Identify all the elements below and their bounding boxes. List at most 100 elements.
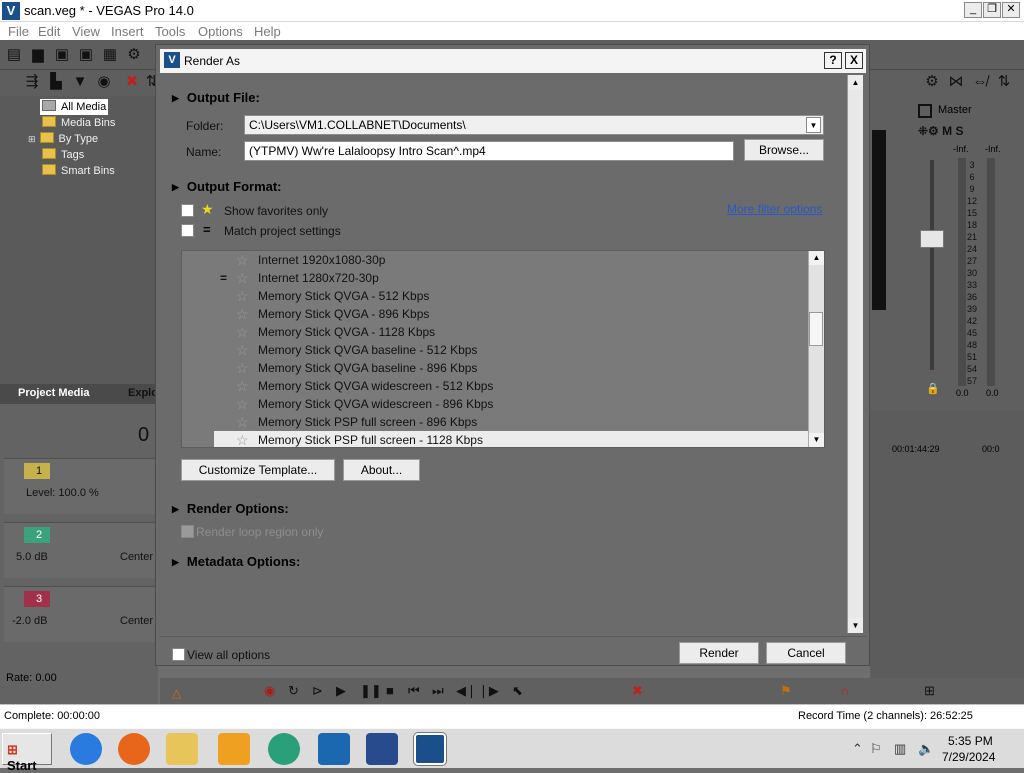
menu-insert[interactable]: Insert xyxy=(111,24,144,39)
tray-expand-icon[interactable]: ⌃ xyxy=(852,741,863,757)
folder-dropdown[interactable]: C:\Users\VM1.COLLABNET\Documents\ ▼ xyxy=(244,115,824,135)
next-frame-icon[interactable]: ❘▶ xyxy=(478,683,499,699)
snapping-icon[interactable]: ∩ xyxy=(840,683,849,698)
lock-envelopes-icon[interactable]: ⊞ xyxy=(924,683,935,699)
scroll-down-icon[interactable]: ▼ xyxy=(809,433,824,447)
play-from-start-icon[interactable]: ⊳ xyxy=(312,683,323,699)
menu-view[interactable]: View xyxy=(72,24,100,39)
expand-icon[interactable]: ⊞ xyxy=(28,134,36,144)
go-start-icon[interactable]: ⏮ xyxy=(408,683,420,699)
pause-icon[interactable]: ❚❚ xyxy=(360,683,382,699)
template-item[interactable]: ☆ Memory Stick QVGA baseline - 512 Kbps xyxy=(182,341,808,359)
prev-frame-icon[interactable]: ◀❘ xyxy=(456,683,477,699)
star-outline-icon[interactable]: ☆ xyxy=(236,287,249,305)
template-item[interactable]: ☆ Memory Stick QVGA - 896 Kbps xyxy=(182,305,808,323)
tree-by-type[interactable]: ⊞ By Type xyxy=(28,131,98,147)
ftp-app-icon[interactable] xyxy=(318,733,350,765)
about-button[interactable]: About... xyxy=(343,459,420,481)
star-outline-icon[interactable]: ☆ xyxy=(236,377,249,395)
remove-media-icon[interactable]: ✖ xyxy=(124,74,140,90)
get-media-icon[interactable]: ▼ xyxy=(72,74,88,90)
volume-muted-icon[interactable]: 🔈 xyxy=(918,741,934,757)
go-end-icon[interactable]: ⏭ xyxy=(432,683,444,699)
close-app-button[interactable]: ✕ xyxy=(1002,2,1020,18)
help-button[interactable]: ? xyxy=(824,52,842,69)
mixer-fader-icon[interactable]: ⇅ xyxy=(996,74,1012,90)
stop-icon[interactable]: ■ xyxy=(386,683,394,698)
firefox-icon[interactable] xyxy=(118,733,150,765)
star-outline-icon[interactable]: ☆ xyxy=(236,395,249,413)
menu-tools[interactable]: Tools xyxy=(155,24,185,39)
record-icon[interactable]: ◉ xyxy=(264,683,275,699)
master-fx-icons[interactable]: ⁜⚙ M S xyxy=(918,124,963,138)
tree-media-bins[interactable]: Media Bins xyxy=(42,115,115,131)
save-as-icon[interactable]: ▣ xyxy=(78,47,94,63)
capture-icon[interactable]: ▙ xyxy=(48,74,64,90)
name-input[interactable]: (YTPMV) Ww're Lalaloopsy Intro Scan^.mp4 xyxy=(244,141,734,161)
template-item[interactable]: ☆ Memory Stick QVGA widescreen - 512 Kbps xyxy=(182,377,808,395)
star-outline-icon[interactable]: ☆ xyxy=(236,359,249,377)
loop-region-checkbox[interactable] xyxy=(181,525,194,538)
template-item[interactable]: ☆ Memory Stick QVGA - 512 Kbps xyxy=(182,287,808,305)
star-outline-icon[interactable]: ☆ xyxy=(236,431,249,447)
new-project-icon[interactable]: ▤ xyxy=(6,47,22,63)
open-project-icon[interactable]: ▆ xyxy=(30,47,46,63)
minimize-button[interactable]: _ xyxy=(964,2,982,18)
play-icon[interactable]: ▶ xyxy=(336,683,346,699)
star-outline-icon[interactable]: ☆ xyxy=(236,269,249,287)
media-player-icon[interactable] xyxy=(218,733,250,765)
save-icon[interactable]: ▣ xyxy=(54,47,70,63)
clock-time[interactable]: 5:35 PM xyxy=(948,734,993,748)
chat-app-icon[interactable] xyxy=(268,733,300,765)
template-item[interactable]: ☆ Memory Stick PSP full screen - 896 Kbps xyxy=(182,413,808,431)
scroll-down-icon[interactable]: ▼ xyxy=(848,618,863,633)
output-file-section[interactable]: ▶ Output File: xyxy=(172,90,260,105)
show-favorites-checkbox[interactable] xyxy=(181,204,194,217)
browse-button[interactable]: Browse... xyxy=(744,139,824,161)
view-all-options-checkbox[interactable] xyxy=(172,648,185,661)
mixer-settings-icon[interactable]: ⚙ xyxy=(924,74,940,90)
template-item[interactable]: ☆ Memory Stick QVGA widescreen - 896 Kbps xyxy=(182,395,808,413)
mixer-insert-icon[interactable]: ⇎ xyxy=(972,74,988,90)
metadata-options-section[interactable]: ▶ Metadata Options: xyxy=(172,554,300,569)
template-item[interactable]: ☆ Memory Stick QVGA baseline - 896 Kbps xyxy=(182,359,808,377)
render-options-section[interactable]: ▶ Render Options: xyxy=(172,501,289,516)
normal-edit-tool-icon[interactable]: ⬉ xyxy=(512,683,523,699)
import-media-icon[interactable]: ⇶ xyxy=(24,74,40,90)
cancel-button[interactable]: Cancel xyxy=(766,642,846,664)
virtualbox-icon[interactable] xyxy=(366,733,398,765)
match-settings-checkbox[interactable] xyxy=(181,224,194,237)
tab-project-media[interactable]: Project Media xyxy=(18,387,90,399)
template-list-scrollbar[interactable]: ▲ ▼ xyxy=(808,251,824,447)
restore-button[interactable]: ❐ xyxy=(983,2,1001,18)
menu-help[interactable]: Help xyxy=(254,24,281,39)
star-outline-icon[interactable]: ☆ xyxy=(236,305,249,323)
template-item[interactable]: = ☆ Internet 1280x720-30p xyxy=(182,269,808,287)
properties-icon[interactable]: ⚙ xyxy=(126,47,142,63)
tree-tags[interactable]: Tags xyxy=(42,147,84,163)
dialog-close-button[interactable]: X xyxy=(845,52,863,69)
network-icon[interactable]: ▥ xyxy=(894,741,906,757)
track-3[interactable]: 3 -2.0 dB Center xyxy=(4,586,158,642)
marker-icon[interactable]: ⚑ xyxy=(780,683,792,699)
track-1[interactable]: 1 Level: 100.0 % xyxy=(4,458,158,514)
more-filter-options-link[interactable]: More filter options xyxy=(727,202,822,216)
clock-date[interactable]: 7/29/2024 xyxy=(942,750,995,764)
lock-icon[interactable]: 🔒 xyxy=(926,382,940,395)
star-outline-icon[interactable]: ☆ xyxy=(236,341,249,359)
render-icon[interactable]: ▦ xyxy=(102,47,118,63)
scroll-up-icon[interactable]: ▲ xyxy=(848,75,863,90)
tree-all-media[interactable]: All Media xyxy=(40,99,109,115)
loop-icon[interactable]: ↻ xyxy=(288,683,299,699)
action-center-icon[interactable]: ⚐ xyxy=(870,741,882,757)
start-button[interactable]: ⊞ Start xyxy=(2,733,52,773)
chevron-down-icon[interactable]: ▼ xyxy=(806,117,821,133)
star-outline-icon[interactable]: ☆ xyxy=(236,413,249,431)
menu-options[interactable]: Options xyxy=(198,24,243,39)
tab-explorer[interactable]: Explo xyxy=(128,387,158,399)
tree-smart-bins[interactable]: Smart Bins xyxy=(42,163,115,179)
menu-file[interactable]: File xyxy=(8,24,29,39)
file-explorer-icon[interactable] xyxy=(166,733,198,765)
template-item[interactable]: ☆ Internet 1920x1080-30p xyxy=(182,251,808,269)
vegas-pro-task-icon[interactable] xyxy=(414,733,446,765)
